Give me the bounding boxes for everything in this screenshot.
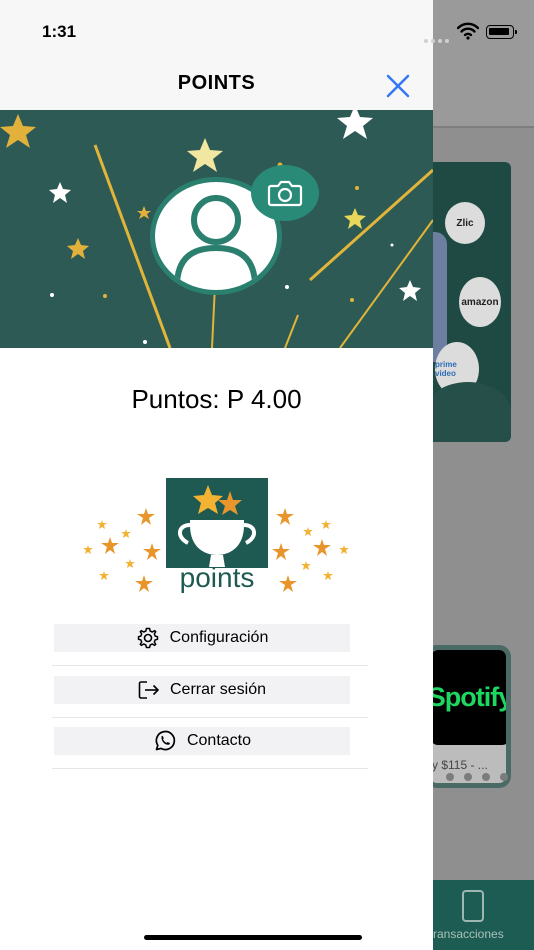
status-indicators: [424, 22, 524, 43]
camera-icon: [267, 180, 303, 207]
menu-row-cerrar-sesion: Cerrar sesión: [52, 666, 368, 718]
logout-icon: [138, 681, 159, 699]
drawer-title: POINTS: [177, 72, 256, 94]
pager-dots: [446, 768, 534, 781]
logout-button[interactable]: Cerrar sesión: [54, 676, 350, 704]
background-spotify-card[interactable]: Spotify y $115 - ...: [425, 645, 511, 788]
bubble-zlic: Zlic: [445, 202, 485, 244]
background-tabbar[interactable]: ransacciones: [433, 880, 534, 950]
menu-row-configuracion: Configuración: [52, 614, 368, 666]
spotify-image: Spotify: [427, 650, 511, 745]
battery-icon: [486, 25, 517, 39]
settings-button[interactable]: Configuración: [54, 624, 350, 652]
logout-label: Cerrar sesión: [169, 681, 267, 698]
settings-label: Configuración: [169, 629, 269, 646]
promo-arc: [425, 382, 511, 442]
bubble-amazon: amazon: [459, 277, 501, 327]
wifi-icon: [457, 22, 479, 40]
background-promo-card[interactable]: Zlic amazon prime video: [425, 162, 511, 442]
points-balance: Puntos: P 4.00: [131, 384, 302, 414]
whatsapp-icon: [155, 730, 176, 751]
contact-button[interactable]: Contacto: [54, 727, 350, 755]
side-drawer: POINTS Puntos: P 4.00 points Configuraci…: [0, 0, 433, 950]
phone-icon: [462, 890, 484, 922]
menu-row-contacto: Contacto: [52, 717, 368, 769]
close-button[interactable]: [384, 72, 412, 100]
profile-banner: [0, 110, 433, 348]
background-header: [433, 0, 534, 128]
points-logo: points: [78, 475, 354, 600]
contact-label: Contacto: [186, 732, 252, 749]
signal-icon: [424, 30, 452, 48]
home-indicator: [144, 935, 362, 940]
tab-transacciones[interactable]: ransacciones: [433, 927, 504, 941]
spotify-label: Spotify: [427, 682, 511, 712]
change-photo-button[interactable]: [251, 165, 319, 221]
logo-wordmark: points: [180, 562, 255, 593]
gear-icon: [137, 627, 158, 649]
status-time: 1:31: [42, 22, 77, 41]
close-icon: [386, 74, 410, 98]
